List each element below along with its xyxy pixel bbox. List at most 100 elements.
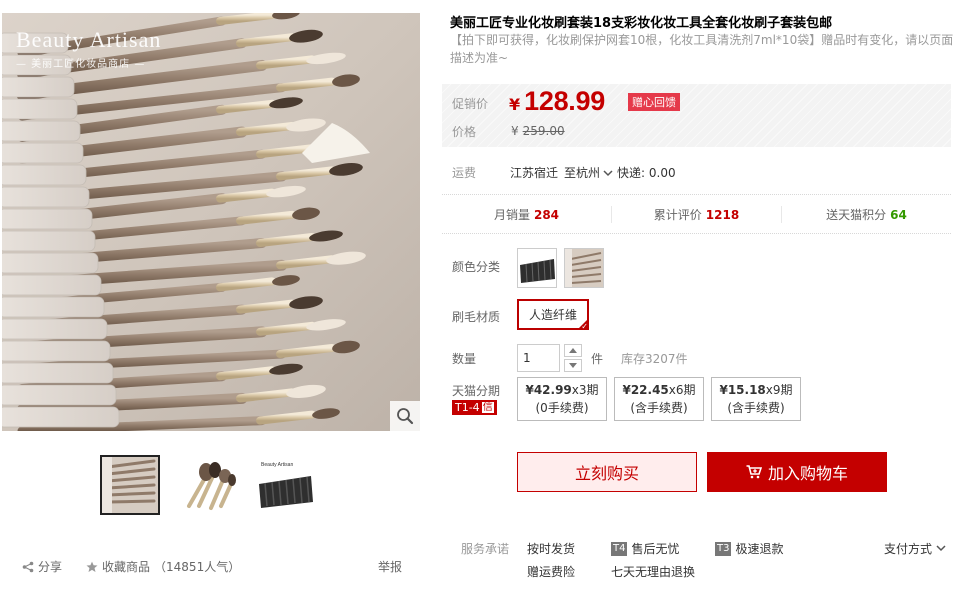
installment-amount: ¥15.18 — [719, 383, 766, 397]
installment-option-6[interactable]: ¥22.45x6期 (含手续费) — [614, 377, 704, 421]
share-icon — [22, 561, 34, 572]
star-icon — [86, 561, 98, 572]
t4-badge-icon: T4 — [611, 541, 628, 556]
thumb-brushes-closeup-image — [179, 456, 237, 514]
favorite-count: （14851人气） — [154, 560, 241, 574]
gallery-footer: 分享 收藏商品 （14851人气） 举报 — [22, 558, 402, 575]
installment-fee: (含手续费) — [630, 401, 688, 415]
cart-icon — [746, 465, 762, 479]
service-item-label: 按时发货 — [527, 542, 576, 556]
tmall-points-label: 送天猫积分 — [826, 208, 887, 222]
magnifier-icon — [397, 408, 414, 425]
installment-option-9[interactable]: ¥15.18x9期 (含手续费) — [711, 377, 801, 421]
report-link[interactable]: 举报 — [378, 558, 402, 575]
promo-price: ¥ 128.99 — [509, 86, 605, 117]
shipping-destination[interactable]: 至杭州 — [564, 164, 600, 181]
installment-periods: x3期 — [571, 383, 599, 397]
tmall-points-value: 64 — [890, 208, 907, 222]
stock-count: 库存3207件 — [621, 352, 688, 366]
shipping-label: 运费 — [452, 166, 477, 180]
add-to-cart-button[interactable]: 加入购物车 — [707, 452, 887, 492]
t3-badge-icon: T3 — [715, 541, 732, 556]
shipping-from: 江苏宿迁 — [510, 166, 559, 180]
color-label: 颜色分类 — [452, 260, 501, 274]
service-item-label: 赠运费险 — [527, 565, 576, 579]
service-on-time[interactable]: 按时发货 — [527, 540, 575, 557]
swatch-beige-case-image — [565, 249, 603, 287]
installment-label: 天猫分期 — [452, 384, 501, 398]
installment-fee: (含手续费) — [727, 401, 785, 415]
original-price-label: 价格 — [452, 125, 477, 139]
promo-badge: 赠心回馈 — [628, 93, 680, 111]
total-reviews-value: 1218 — [705, 208, 740, 222]
installment-badge: T1-4 信 — [452, 400, 497, 415]
service-label: 服务承诺 — [461, 542, 510, 556]
svg-text:Beauty Artisan: Beauty Artisan — [261, 462, 293, 468]
original-price: ¥259.00 — [511, 124, 565, 138]
check-icon: ✓ — [581, 322, 588, 331]
divider — [442, 194, 951, 195]
chevron-down-icon[interactable] — [603, 166, 613, 180]
material-label: 刷毛材质 — [452, 310, 501, 324]
monthly-sales: 月销量 284 — [442, 206, 612, 223]
favorite-link[interactable]: 收藏商品 （14851人气） — [86, 558, 240, 575]
tmall-points: 送天猫积分 64 — [782, 206, 951, 223]
installment-fee: (0手续费) — [535, 401, 589, 415]
installment-periods: x6期 — [668, 383, 696, 397]
service-seven-day-return[interactable]: 七天无理由退换 — [611, 563, 695, 580]
payment-methods-label: 支付方式 — [884, 542, 933, 556]
thumb-brushes-roll-image — [102, 457, 158, 513]
service-item-label: 极速退款 — [735, 542, 784, 556]
quantity-label: 数量 — [452, 352, 477, 366]
total-reviews[interactable]: 累计评价 1218 — [612, 206, 782, 223]
installment-badge-xin: 信 — [481, 402, 494, 413]
share-link[interactable]: 分享 — [22, 558, 62, 575]
material-option-synthetic[interactable]: 人造纤维 ✓ — [517, 299, 589, 331]
watermark-title: Beauty Artisan — [16, 27, 162, 52]
quantity-increase-button[interactable] — [564, 344, 582, 357]
original-price-value: 259.00 — [522, 124, 565, 138]
service-after-sale[interactable]: T4 售后无忧 — [611, 540, 680, 557]
installment-amount: ¥42.99 — [525, 383, 572, 397]
total-reviews-label: 累计评价 — [653, 208, 702, 222]
main-product-image[interactable]: Beauty Artisan — 美丽工匠化妆品商店 — — [2, 13, 420, 431]
promo-currency: ¥ — [509, 95, 521, 114]
favorite-label: 收藏商品 — [102, 560, 151, 574]
monthly-sales-label: 月销量 — [493, 208, 530, 222]
caret-up-icon — [569, 348, 577, 353]
payment-methods-dropdown[interactable]: 支付方式 — [884, 540, 946, 557]
service-item-label: 七天无理由退换 — [611, 565, 696, 579]
add-to-cart-label: 加入购物车 — [767, 464, 848, 483]
color-swatch-beige[interactable] — [564, 248, 604, 288]
shipping-row: 运费 江苏宿迁 至杭州 快递: 0.00 — [452, 164, 676, 181]
stats-row: 月销量 284 累计评价 1218 送天猫积分 64 — [442, 206, 951, 223]
service-fast-refund[interactable]: T3 极速退款 — [715, 540, 784, 557]
thumb-brushes-case-image: Beauty Artisan — [257, 456, 315, 514]
share-label: 分享 — [38, 560, 63, 574]
brush-set-photo — [2, 13, 420, 431]
quantity-decrease-button[interactable] — [564, 359, 582, 372]
thumbnail-2[interactable] — [178, 455, 238, 515]
swatch-black-case-image — [518, 249, 556, 287]
service-item-label: 售后无忧 — [631, 542, 680, 556]
buy-now-button[interactable]: 立刻购买 — [517, 452, 697, 492]
thumbnail-3[interactable]: Beauty Artisan — [256, 455, 316, 515]
promo-price-label: 促销价 — [452, 97, 489, 111]
thumbnail-1[interactable] — [100, 455, 160, 515]
quantity-unit: 件 — [591, 352, 604, 366]
promo-price-value: 128.99 — [524, 86, 605, 116]
watermark-subtitle: — 美丽工匠化妆品商店 — — [16, 59, 146, 70]
zoom-button[interactable] — [390, 401, 420, 431]
product-subtitle: 【拍下即可获得，化妆刷保护网套10根，化妆工具清洗剂7ml*10袋】赠品时有变化… — [450, 33, 954, 65]
original-currency: ¥ — [511, 124, 519, 138]
shipping-fee: 快递: 0.00 — [617, 166, 676, 180]
divider — [442, 233, 951, 234]
installment-badge-text: T1-4 — [455, 401, 480, 414]
color-swatch-black[interactable] — [517, 248, 557, 288]
quantity-input[interactable]: 1 — [517, 344, 560, 372]
installment-option-3[interactable]: ¥42.99x3期 (0手续费) — [517, 377, 607, 421]
caret-down-icon — [569, 363, 577, 368]
installment-periods: x9期 — [765, 383, 793, 397]
service-shipping-insurance[interactable]: 赠运费险 — [527, 563, 575, 580]
material-option-label: 人造纤维 — [528, 308, 577, 322]
